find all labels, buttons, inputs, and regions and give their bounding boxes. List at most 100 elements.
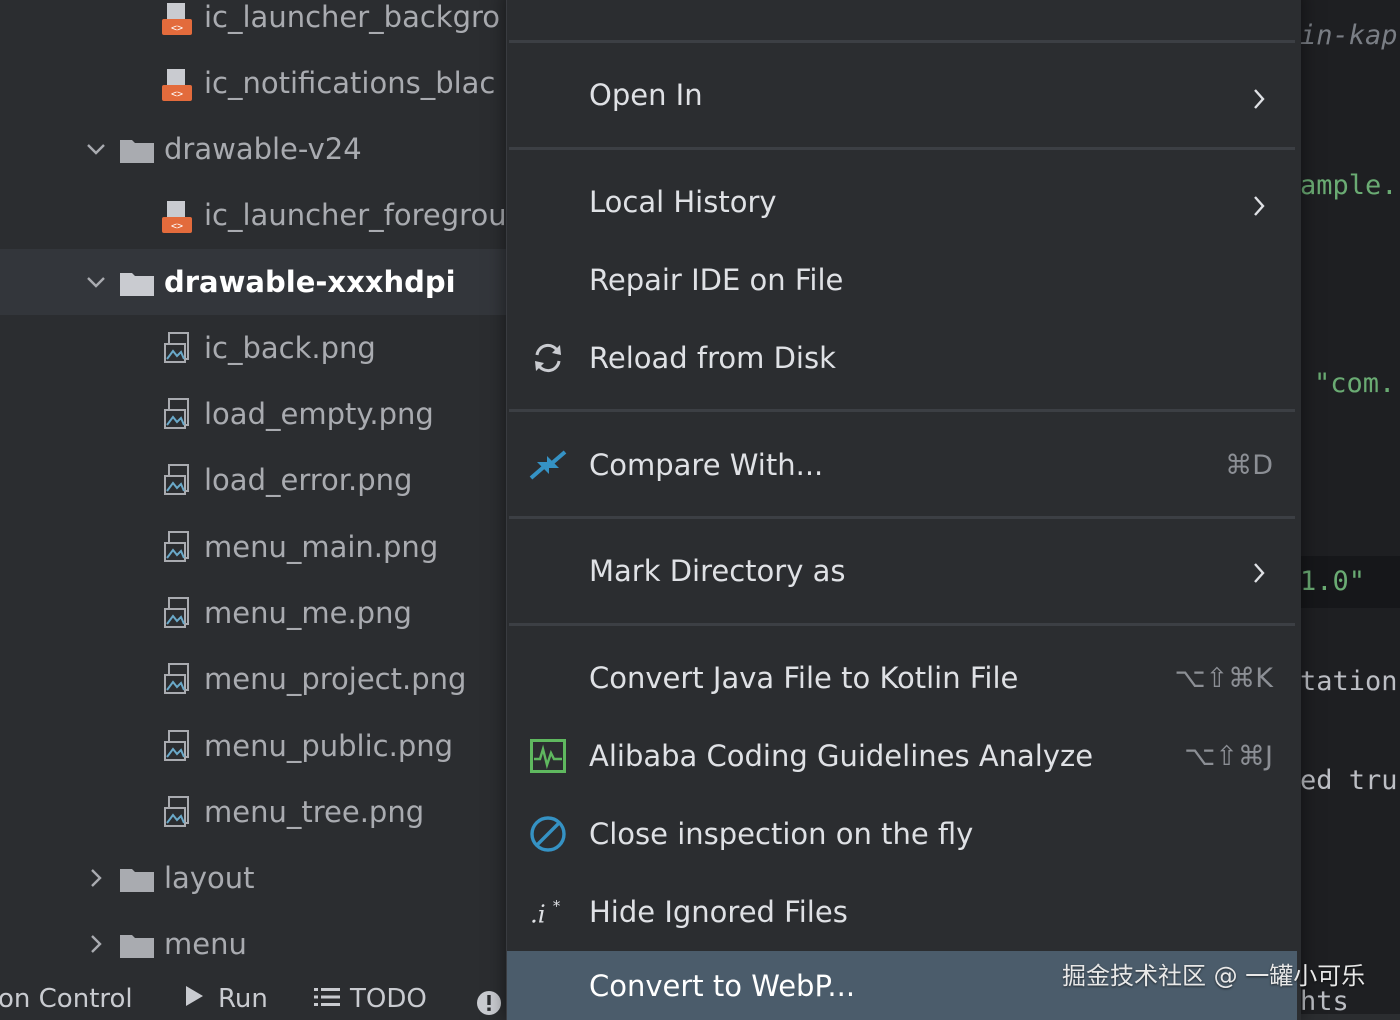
menu-item-shortcut: ⌘D xyxy=(1225,449,1273,481)
chevron-right-icon xyxy=(1249,84,1269,109)
compare-icon xyxy=(529,446,567,484)
menu-item-convert-java-to-kotlin[interactable]: Convert Java File to Kotlin File ⌥⇧⌘K xyxy=(507,645,1297,711)
menu-item-label: Convert to WebP... xyxy=(589,968,856,1003)
xml-file-icon: <> xyxy=(162,199,192,233)
tree-item-label: drawable-v24 xyxy=(164,132,362,166)
tree-item-label: load_error.png xyxy=(204,463,413,497)
problems-icon[interactable] xyxy=(476,990,502,1016)
tree-item-ic-notifications[interactable]: <> ic_notifications_blac xyxy=(0,50,506,116)
image-file-icon xyxy=(164,398,192,430)
image-file-icon xyxy=(164,531,192,563)
tree-item-label: layout xyxy=(164,861,255,895)
todo-tab[interactable]: TODO xyxy=(314,984,427,1014)
svg-text:<>: <> xyxy=(171,89,183,100)
folder-icon xyxy=(120,269,154,296)
chevron-right-icon[interactable] xyxy=(84,932,108,956)
menu-item-hide-ignored-files[interactable]: .i * Hide Ignored Files xyxy=(507,879,1297,945)
tree-item-image[interactable]: ic_back.png xyxy=(0,315,506,381)
version-control-tab[interactable]: on Control xyxy=(0,984,133,1014)
tree-item-image[interactable]: menu_project.png xyxy=(0,646,506,712)
code-line: ed tru xyxy=(1300,765,1398,796)
tree-item-label: ic_launcher_backgro xyxy=(204,0,501,34)
code-line: tation xyxy=(1300,666,1398,697)
menu-item-mark-directory-as[interactable]: Mark Directory as xyxy=(507,538,1297,604)
run-tab[interactable]: Run xyxy=(184,984,268,1014)
menu-separator xyxy=(509,409,1295,412)
list-icon xyxy=(314,984,340,1014)
tree-item-label: load_empty.png xyxy=(204,397,434,431)
project-tree: <> ic_launcher_backgro <> ic_notificatio… xyxy=(0,0,506,1014)
menu-item-compare-with[interactable]: Compare With... ⌘D xyxy=(507,432,1297,498)
menu-item-repair-ide[interactable]: Repair IDE on File xyxy=(507,247,1297,313)
tree-item-image[interactable]: menu_main.png xyxy=(0,514,506,580)
tree-item-label: menu_public.png xyxy=(204,729,454,763)
menu-item-label: Reload from Disk xyxy=(589,341,836,375)
chevron-right-icon xyxy=(1249,558,1269,583)
code-line: 1.0" xyxy=(1300,556,1400,608)
tree-item-image[interactable]: menu_public.png xyxy=(0,713,506,779)
todo-label: TODO xyxy=(350,984,427,1014)
tree-item-label: drawable-xxxhdpi xyxy=(164,265,456,299)
tree-folder-drawable-v24[interactable]: drawable-v24 xyxy=(0,116,506,182)
tree-item-ic-launcher-foreground[interactable]: <> ic_launcher_foregrou xyxy=(0,182,506,248)
menu-item-open-in[interactable]: Open In xyxy=(507,62,1297,128)
menu-item-label: Hide Ignored Files xyxy=(589,895,848,929)
image-file-icon xyxy=(164,464,192,496)
menu-separator xyxy=(509,623,1295,626)
tree-item-image[interactable]: load_error.png xyxy=(0,447,506,513)
prohibit-icon xyxy=(529,815,567,853)
code-editor[interactable]: in-kap ample. "com. 1.0" tation ed tru h… xyxy=(1300,0,1400,1014)
tree-item-image[interactable]: load_empty.png xyxy=(0,381,506,447)
code-line: in-kap xyxy=(1300,20,1398,51)
menu-item-alibaba-analyze[interactable]: Alibaba Coding Guidelines Analyze ⌥⇧⌘J xyxy=(507,723,1297,789)
image-file-icon xyxy=(164,332,192,364)
tree-item-label: ic_back.png xyxy=(204,331,376,365)
folder-icon xyxy=(120,136,154,163)
menu-item-label: Repair IDE on File xyxy=(589,263,844,297)
tree-folder-layout[interactable]: layout xyxy=(0,845,506,911)
tree-item-ic-launcher-background[interactable]: <> ic_launcher_backgro xyxy=(0,0,506,50)
svg-text:*: * xyxy=(553,897,561,915)
xml-file-icon: <> xyxy=(162,67,192,101)
run-label: Run xyxy=(218,984,268,1014)
folder-icon xyxy=(120,931,154,958)
ignored-files-icon: .i * xyxy=(529,893,567,931)
chevron-down-icon[interactable] xyxy=(84,270,108,294)
menu-separator xyxy=(509,516,1295,519)
watermark: 掘金技术社区 @ 一罐小可乐 xyxy=(1062,962,1366,990)
analyze-icon xyxy=(529,737,567,775)
tree-folder-drawable-xxxhdpi[interactable]: drawable-xxxhdpi xyxy=(0,249,506,315)
image-file-icon xyxy=(164,597,192,629)
tree-item-label: menu_tree.png xyxy=(204,795,425,829)
menu-item-shortcut: ⌥⇧⌘J xyxy=(1184,740,1273,772)
menu-item-label: Open In xyxy=(589,78,703,112)
menu-item-local-history[interactable]: Local History xyxy=(507,169,1297,235)
chevron-right-icon[interactable] xyxy=(84,866,108,890)
tree-item-image[interactable]: menu_tree.png xyxy=(0,779,506,845)
menu-item-close-inspection[interactable]: Close inspection on the fly xyxy=(507,801,1297,867)
tree-item-label: menu xyxy=(164,927,247,961)
menu-item-reload-from-disk[interactable]: Reload from Disk xyxy=(507,325,1297,391)
tree-item-label: ic_notifications_blac xyxy=(204,66,496,100)
xml-file-icon: <> xyxy=(162,1,192,35)
chevron-down-icon[interactable] xyxy=(84,137,108,161)
tree-folder-menu[interactable]: menu xyxy=(0,911,506,977)
menu-item-label: Convert Java File to Kotlin File xyxy=(589,661,1019,695)
menu-separator xyxy=(509,147,1295,150)
menu-item-label: Close inspection on the fly xyxy=(589,817,974,851)
tree-item-label: menu_project.png xyxy=(204,662,467,696)
svg-text:.i: .i xyxy=(530,899,546,928)
code-line: ample. xyxy=(1300,170,1398,201)
status-bar: on Control Run TODO xyxy=(0,978,506,1016)
reload-icon xyxy=(529,339,567,377)
folder-icon xyxy=(120,865,154,892)
menu-item-label: Compare With... xyxy=(589,448,824,482)
menu-item-label: Mark Directory as xyxy=(589,554,846,588)
menu-item-label: Alibaba Coding Guidelines Analyze xyxy=(589,739,1094,773)
tree-item-image[interactable]: menu_me.png xyxy=(0,580,506,646)
context-menu: Open In Local History Repair IDE on File… xyxy=(506,0,1301,1020)
image-file-icon xyxy=(164,796,192,828)
svg-text:<>: <> xyxy=(171,221,183,232)
image-file-icon xyxy=(164,663,192,695)
version-control-label: on Control xyxy=(0,984,133,1014)
